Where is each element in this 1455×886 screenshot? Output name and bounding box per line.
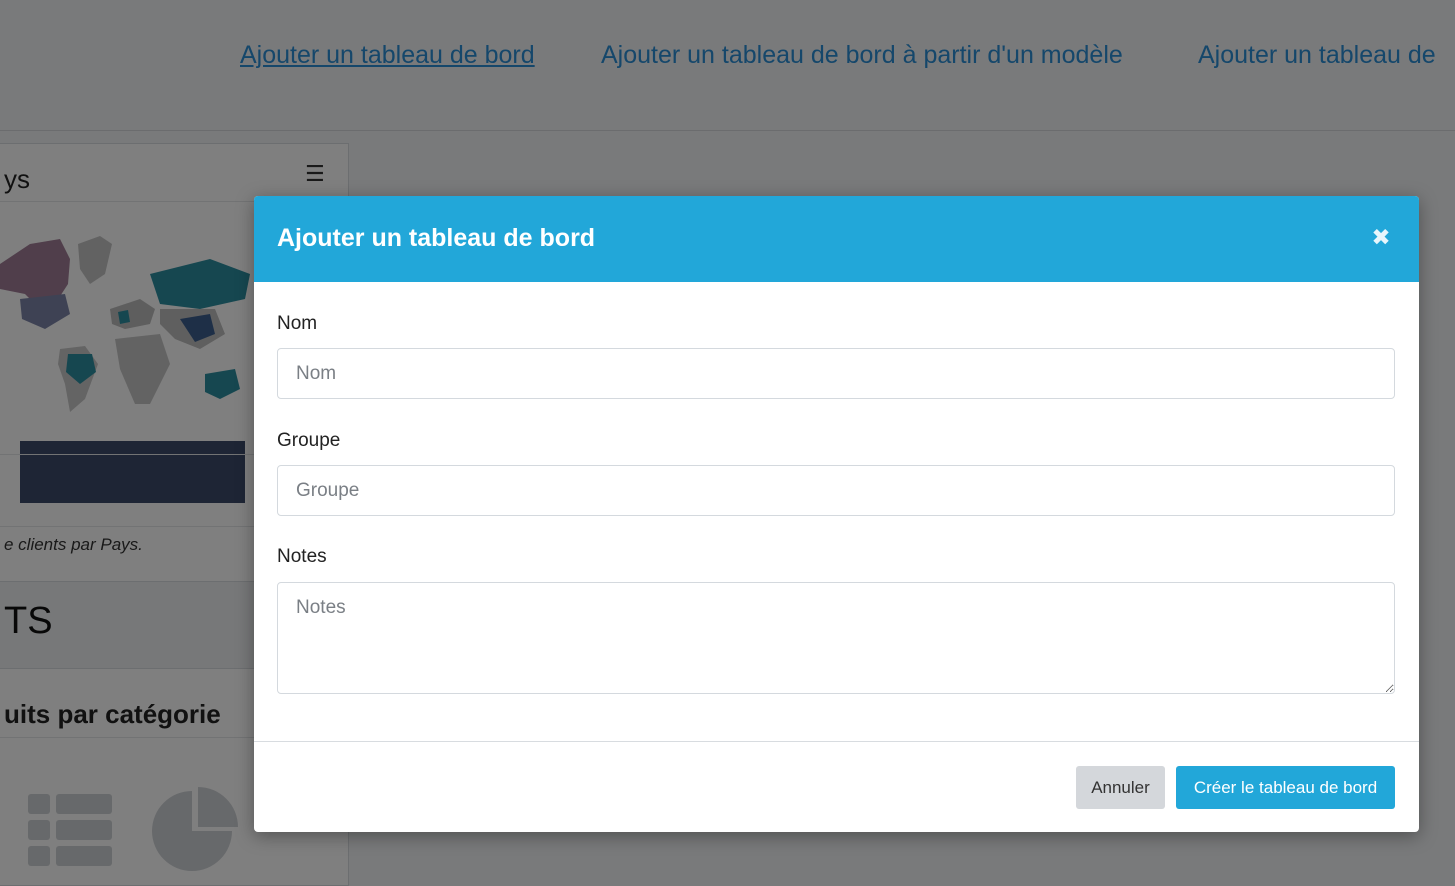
modal-title: Ajouter un tableau de bord: [277, 224, 596, 252]
groupe-label: Groupe: [277, 430, 341, 451]
close-icon[interactable]: ✖: [1370, 224, 1392, 250]
add-dashboard-modal: Ajouter un tableau de bord ✖ Nom Groupe …: [254, 196, 1419, 832]
nom-input[interactable]: [277, 348, 1395, 399]
modal-footer: Annuler Créer le tableau de bord: [254, 741, 1419, 832]
notes-textarea[interactable]: [277, 582, 1395, 694]
groupe-input[interactable]: [277, 465, 1395, 516]
notes-label: Notes: [277, 546, 327, 567]
modal-body: Nom Groupe Notes: [254, 282, 1419, 741]
create-dashboard-button[interactable]: Créer le tableau de bord: [1176, 766, 1395, 809]
nom-label: Nom: [277, 313, 318, 334]
modal-header: Ajouter un tableau de bord ✖: [254, 196, 1419, 282]
cancel-button[interactable]: Annuler: [1076, 766, 1165, 809]
